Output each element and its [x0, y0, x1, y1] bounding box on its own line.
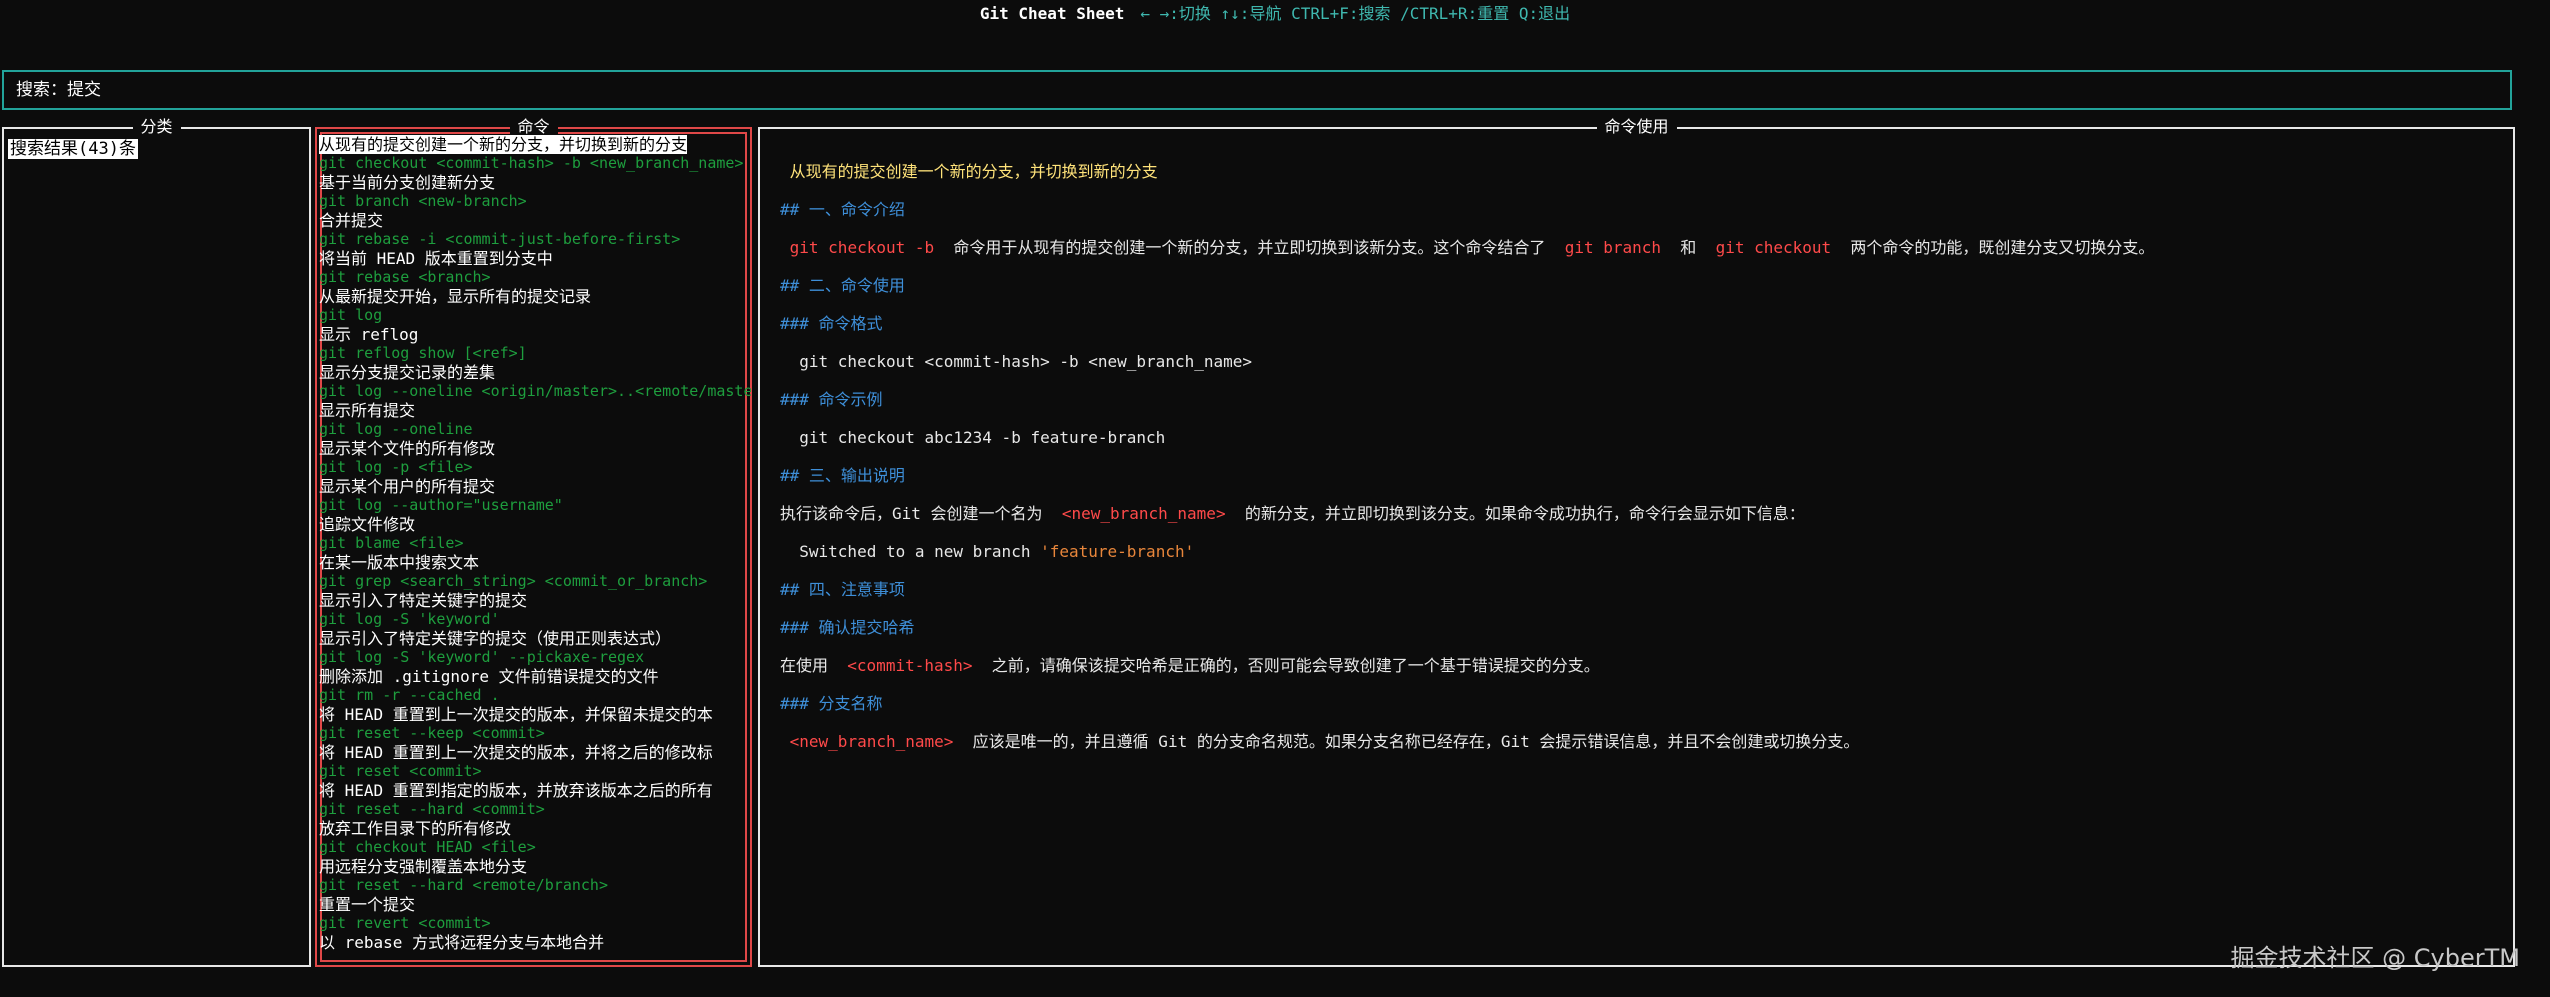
usage-heading-output: ## 三、输出说明: [780, 466, 905, 485]
command-item-code[interactable]: git rebase <branch>: [319, 268, 751, 287]
usage-intro: git checkout -b 命令用于从现有的提交创建一个新的分支，并立即切换…: [789, 238, 2155, 257]
usage-example-code: git checkout abc1234 -b feature-branch: [799, 428, 1166, 447]
usage-name: <new_branch_name> 应该是唯一的，并且遵循 Git 的分支命名规…: [789, 732, 1860, 751]
command-item-description[interactable]: 将 HEAD 重置到上一次提交的版本，并保留未提交的本: [319, 705, 751, 724]
usage-format-code: git checkout <commit-hash> -b <new_branc…: [799, 352, 1253, 371]
command-item-code[interactable]: git blame <file>: [319, 534, 751, 553]
category-panel: 分类 搜索结果(43)条: [2, 117, 311, 967]
command-item-description[interactable]: 基于当前分支创建新分支: [319, 173, 751, 192]
command-item-code[interactable]: git log -S 'keyword' --pickaxe-regex: [319, 648, 751, 667]
command-item-description[interactable]: 放弃工作目录下的所有修改: [319, 819, 751, 838]
command-item-code[interactable]: git reset --hard <remote/branch>: [319, 876, 751, 895]
command-item-code[interactable]: git revert <commit>: [319, 914, 751, 933]
command-item-description[interactable]: 显示某个用户的所有提交: [319, 477, 751, 496]
command-item-description[interactable]: 显示 reflog: [319, 325, 751, 344]
command-item-description[interactable]: 显示引入了特定关键字的提交: [319, 591, 751, 610]
command-item-code[interactable]: git checkout <commit-hash> -b <new_branc…: [319, 154, 751, 173]
usage-heading-confirm: ### 确认提交哈希: [780, 618, 915, 637]
usage-heading-example: ### 命令示例: [780, 390, 883, 409]
command-item-code[interactable]: git reflog show [<ref>]: [319, 344, 751, 363]
command-item-description[interactable]: 将 HEAD 重置到指定的版本，并放弃该版本之后的所有: [319, 781, 751, 800]
command-item-code[interactable]: git rebase -i <commit-just-before-first>: [319, 230, 751, 249]
command-item-code[interactable]: git log -p <file>: [319, 458, 751, 477]
usage-output: 执行该命令后，Git 会创建一个名为 <new_branch_name> 的新分…: [780, 504, 1805, 523]
command-item-description[interactable]: 显示某个文件的所有修改: [319, 439, 751, 458]
usage-heading-notes: ## 四、注意事项: [780, 580, 905, 599]
usage-summary: 从现有的提交创建一个新的分支，并切换到新的分支: [789, 162, 1158, 181]
command-item-description[interactable]: 显示引入了特定关键字的提交（使用正则表达式）: [319, 629, 751, 648]
command-item-description[interactable]: 合并提交: [319, 211, 751, 230]
command-list[interactable]: 从现有的提交创建一个新的分支，并切换到新的分支 git checkout <com…: [319, 135, 751, 952]
command-item-description[interactable]: 重置一个提交: [319, 895, 751, 914]
command-item-code[interactable]: git log --oneline <origin/master>..<remo…: [319, 382, 751, 401]
watermark: 掘金技术社区 @ CyberTM: [2230, 944, 2520, 972]
command-item-code[interactable]: git branch <new-branch>: [319, 192, 751, 211]
command-item-code[interactable]: git reset --keep <commit>: [319, 724, 751, 743]
command-item-description[interactable]: 以 rebase 方式将远程分支与本地合并: [319, 933, 751, 952]
command-item-description[interactable]: 显示分支提交记录的差集: [319, 363, 751, 382]
category-panel-title: 分类: [132, 117, 181, 137]
app-title: Git Cheat Sheet: [979, 4, 1125, 23]
command-item-code[interactable]: git reset --hard <commit>: [319, 800, 751, 819]
command-item-description[interactable]: 显示所有提交: [319, 401, 751, 420]
usage-heading-format: ### 命令格式: [780, 314, 883, 333]
command-item-code[interactable]: git log --author="username": [319, 496, 751, 515]
command-item-description[interactable]: 在某一版本中搜索文本: [319, 553, 751, 572]
command-item-code[interactable]: git checkout HEAD <file>: [319, 838, 751, 857]
command-item-description[interactable]: 将 HEAD 重置到上一次提交的版本，并将之后的修改标: [319, 743, 751, 762]
command-item-description[interactable]: 从最新提交开始，显示所有的提交记录: [319, 287, 751, 306]
usage-content: 从现有的提交创建一个新的分支，并切换到新的分支 ## 一、命令介绍 git ch…: [780, 153, 2493, 761]
command-panel-title: 命令: [509, 117, 558, 137]
command-item-code[interactable]: git grep <search_string> <commit_or_bran…: [319, 572, 751, 591]
command-item-code[interactable]: git log: [319, 306, 751, 325]
usage-panel: 命令使用 从现有的提交创建一个新的分支，并切换到新的分支 ## 一、命令介绍 g…: [758, 117, 2515, 967]
usage-heading-intro: ## 一、命令介绍: [780, 200, 905, 219]
search-input[interactable]: 搜索：提交: [2, 70, 2512, 110]
command-item-code[interactable]: git log --oneline: [319, 420, 751, 439]
command-panel: 命令 从现有的提交创建一个新的分支，并切换到新的分支 git checkout <…: [315, 117, 752, 967]
usage-confirm: 在使用 <commit-hash> 之前，请确保该提交哈希是正确的，否则可能会导…: [780, 656, 1600, 675]
command-item-description[interactable]: 追踪文件修改: [319, 515, 751, 534]
command-item-description[interactable]: 将当前 HEAD 版本重置到分支中: [319, 249, 751, 268]
title-bar: Git Cheat Sheet ← →:切换 ↑↓:导航 CTRL+F:搜索 /C…: [0, 0, 2550, 32]
usage-panel-title: 命令使用: [1596, 117, 1677, 137]
command-item-code[interactable]: git reset <commit>: [319, 762, 751, 781]
category-item-search-result[interactable]: 搜索结果(43)条: [8, 139, 138, 159]
command-item-description[interactable]: 删除添加 .gitignore 文件前错误提交的文件: [319, 667, 751, 686]
usage-heading-usage: ## 二、命令使用: [780, 276, 905, 295]
command-item-code[interactable]: git rm -r --cached .: [319, 686, 751, 705]
command-item-description[interactable]: 从现有的提交创建一个新的分支，并切换到新的分支: [319, 135, 751, 154]
command-item-description[interactable]: 用远程分支强制覆盖本地分支: [319, 857, 751, 876]
usage-heading-name: ### 分支名称: [780, 694, 883, 713]
keyboard-hints: ← →:切换 ↑↓:导航 CTRL+F:搜索 /CTRL+R:重置 Q:退出: [1140, 4, 1571, 23]
command-item-code[interactable]: git log -S 'keyword': [319, 610, 751, 629]
usage-switched-output: Switched to a new branch 'feature-branch…: [799, 542, 1195, 561]
